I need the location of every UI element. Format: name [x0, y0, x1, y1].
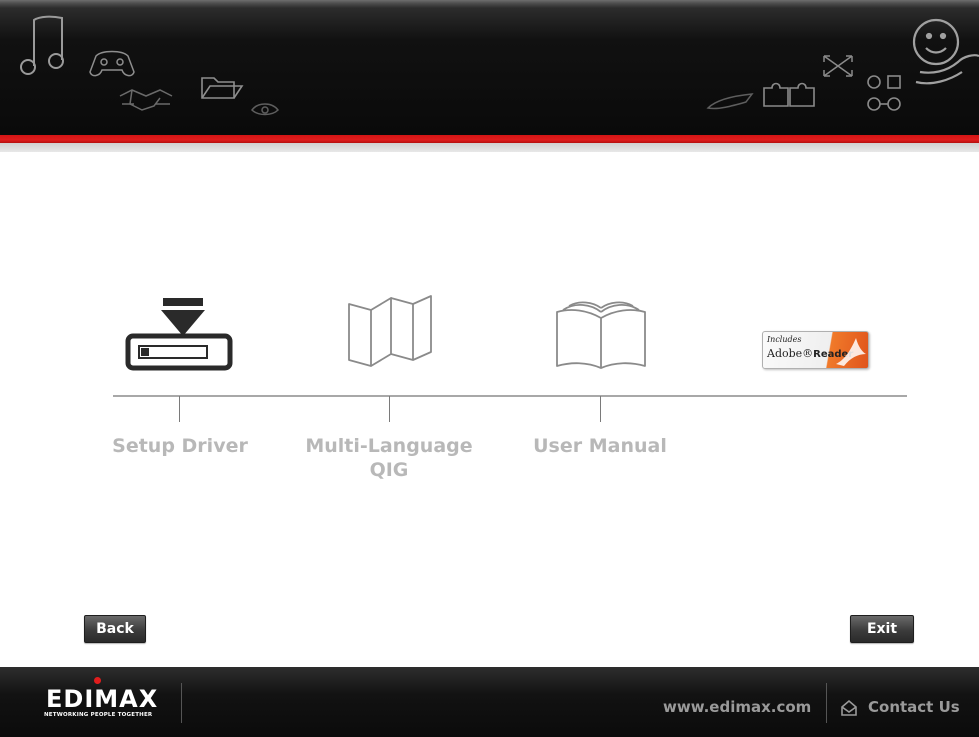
website-link[interactable]: www.edimax.com	[663, 698, 811, 716]
network-icon	[864, 70, 906, 114]
gamepad-icon	[88, 48, 136, 78]
multi-language-qig-label[interactable]: Multi-Language QIG	[284, 434, 494, 482]
music-notes-icon	[18, 12, 72, 78]
download-drive-icon[interactable]	[125, 296, 233, 372]
header-banner	[0, 0, 979, 152]
handshake-icon	[118, 86, 174, 114]
setup-driver-label[interactable]: Setup Driver	[80, 434, 280, 458]
footer-bar: EDIMAX NETWORKING PEOPLE TOGETHER www.ed…	[0, 667, 979, 737]
arrows-icon	[820, 52, 856, 80]
exit-button[interactable]: Exit	[850, 615, 914, 643]
eye-icon	[250, 100, 280, 118]
smiley-icon	[906, 16, 979, 94]
open-book-icon[interactable]	[553, 296, 649, 370]
menu-tick	[389, 396, 390, 422]
footer-divider	[826, 683, 827, 723]
back-button[interactable]: Back	[84, 615, 146, 643]
adobe-swoosh-icon	[828, 332, 868, 368]
menu-tick	[600, 396, 601, 422]
envelope-icon[interactable]	[840, 699, 858, 721]
edimax-logo[interactable]: EDIMAX	[46, 687, 158, 711]
menu-tick	[179, 396, 180, 422]
user-manual-label[interactable]: User Manual	[500, 434, 700, 458]
logo-tagline: NETWORKING PEOPLE TOGETHER	[44, 712, 153, 718]
folder-icon	[198, 74, 244, 102]
folded-map-icon[interactable]	[345, 294, 435, 368]
header-accent-bar	[0, 135, 979, 143]
logo-dot	[94, 677, 101, 684]
menu-baseline	[113, 395, 907, 397]
header-divider	[0, 143, 979, 152]
contact-us-link[interactable]: Contact Us	[868, 698, 960, 716]
puzzle-icon	[760, 76, 816, 110]
adobe-reader-badge[interactable]: Includes Adobe®Reader	[762, 331, 869, 369]
pen-icon	[706, 90, 754, 112]
adobe-includes-text: Includes	[767, 335, 802, 344]
footer-divider	[181, 683, 182, 723]
